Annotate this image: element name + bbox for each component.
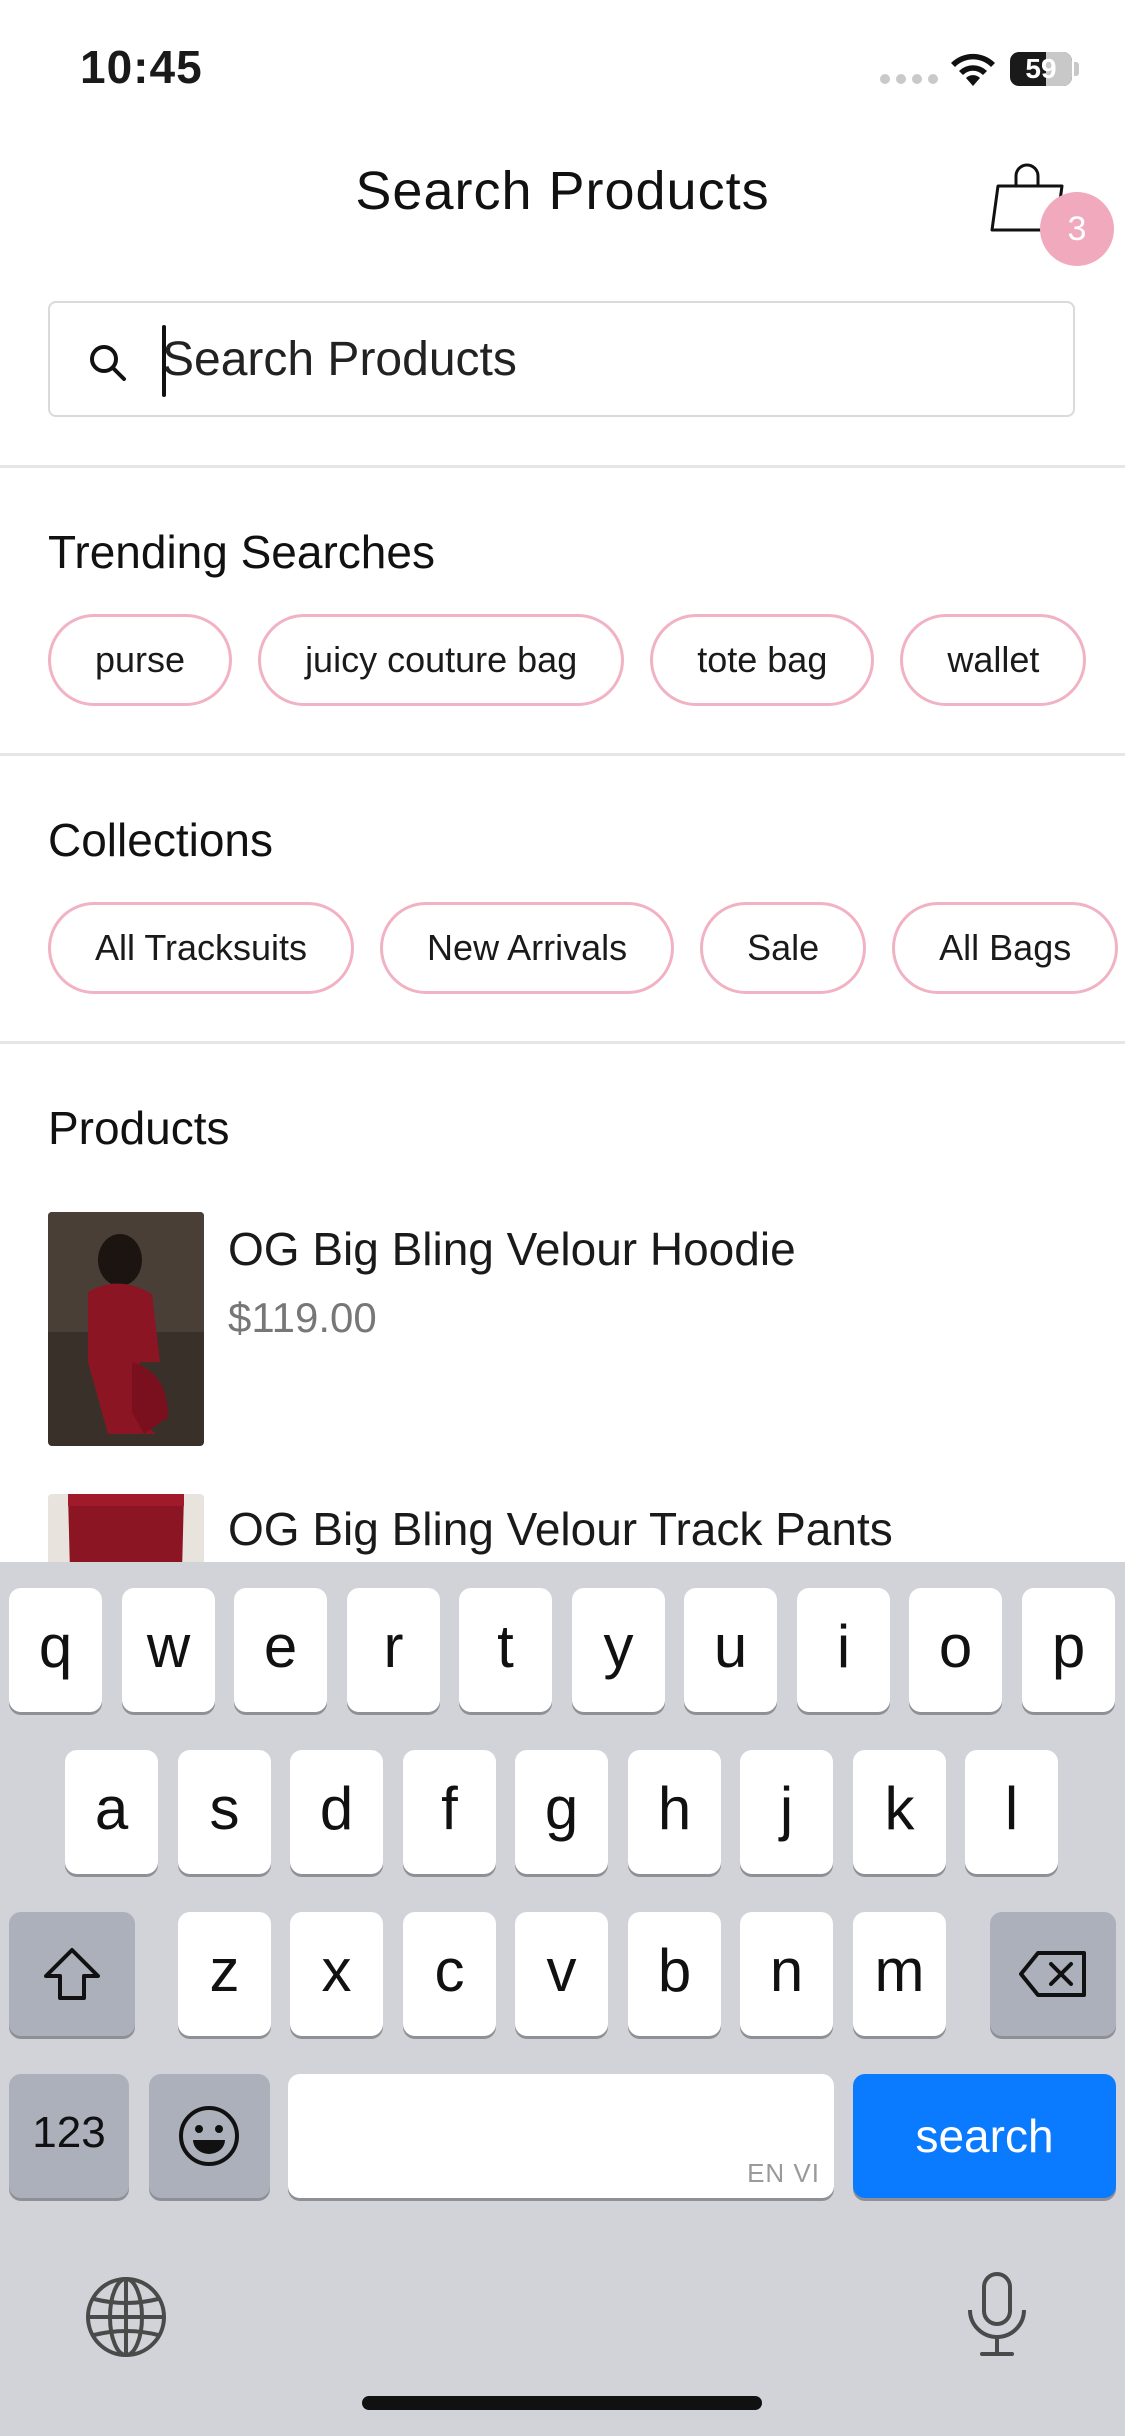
key-t[interactable]: t <box>459 1588 552 1712</box>
collection-chip-all-tracksuits[interactable]: All Tracksuits <box>48 902 355 994</box>
key-u[interactable]: u <box>684 1588 777 1712</box>
page-title: Search Products <box>355 161 770 221</box>
collection-chip-sale[interactable]: Sale <box>700 902 867 994</box>
search-input[interactable] <box>162 303 1042 415</box>
trending-searches-heading: Trending Searches <box>48 526 435 578</box>
delete-key[interactable] <box>990 1912 1116 2036</box>
key-h[interactable]: h <box>628 1750 721 1874</box>
status-bar: 10:45 59 <box>0 0 1125 140</box>
product-price: $119.00 <box>228 1294 377 1341</box>
key-v[interactable]: v <box>515 1912 608 2036</box>
key-z[interactable]: z <box>178 1912 271 2036</box>
battery-level: 59 <box>1025 53 1057 84</box>
product-name: OG Big Bling Velour Hoodie <box>228 1223 796 1275</box>
search-icon <box>90 345 126 381</box>
key-o[interactable]: o <box>909 1588 1002 1712</box>
on-screen-keyboard: q w e r t y u i o p a s d f g h j k l z … <box>0 1562 1125 2436</box>
text-cursor <box>162 325 166 397</box>
backspace-icon <box>1019 1951 1086 1997</box>
product-image <box>48 1212 204 1446</box>
key-f[interactable]: f <box>403 1750 496 1874</box>
key-d[interactable]: d <box>290 1750 383 1874</box>
key-w[interactable]: w <box>122 1588 215 1712</box>
divider <box>0 1041 1125 1044</box>
key-r[interactable]: r <box>347 1588 440 1712</box>
trending-chip-purse[interactable]: purse <box>48 614 233 706</box>
key-j[interactable]: j <box>740 1750 833 1874</box>
microphone-icon[interactable] <box>962 2270 1032 2360</box>
key-e[interactable]: e <box>234 1588 327 1712</box>
key-g[interactable]: g <box>515 1750 608 1874</box>
key-k[interactable]: k <box>853 1750 946 1874</box>
key-p[interactable]: p <box>1022 1588 1115 1712</box>
search-key[interactable]: search <box>853 2074 1116 2198</box>
collection-chip-new-arrivals[interactable]: New Arrivals <box>380 902 675 994</box>
key-q[interactable]: q <box>9 1588 102 1712</box>
key-i[interactable]: i <box>797 1588 890 1712</box>
key-m[interactable]: m <box>853 1912 946 2036</box>
product-name: OG Big Bling Velour Track Pants <box>228 1503 893 1555</box>
home-indicator[interactable] <box>362 2396 762 2410</box>
wifi-icon <box>951 53 995 86</box>
keyboard-language-label: EN VI <box>747 2158 820 2188</box>
search-field[interactable] <box>48 301 1075 417</box>
cellular-signal-icon <box>880 74 938 84</box>
key-b[interactable]: b <box>628 1912 721 2036</box>
trending-chip-juicy-couture-bag[interactable]: juicy couture bag <box>258 614 625 706</box>
key-c[interactable]: c <box>403 1912 496 2036</box>
collection-chip-all-bags[interactable]: All Bags <box>892 902 1119 994</box>
emoji-icon <box>179 2106 239 2166</box>
key-x[interactable]: x <box>290 1912 383 2036</box>
key-y[interactable]: y <box>572 1588 665 1712</box>
status-time: 10:45 <box>80 41 203 93</box>
collections-heading: Collections <box>48 814 273 866</box>
trending-chip-row: purse juicy couture bag tote bag wallet <box>48 614 1087 706</box>
product-item[interactable]: OG Big Bling Velour Track Pants <box>48 1494 1078 1564</box>
space-key[interactable]: EN VI <box>288 2074 834 2198</box>
emoji-key[interactable] <box>149 2074 270 2198</box>
cart-count-badge: 3 <box>1040 192 1114 266</box>
globe-icon[interactable] <box>84 2275 168 2359</box>
divider <box>0 753 1125 756</box>
key-l[interactable]: l <box>965 1750 1058 1874</box>
trending-chip-wallet[interactable]: wallet <box>900 614 1087 706</box>
key-n[interactable]: n <box>740 1912 833 2036</box>
numbers-key[interactable]: 123 <box>9 2074 129 2198</box>
product-image <box>48 1494 204 1564</box>
products-heading: Products <box>48 1102 230 1154</box>
battery-icon: 59 <box>1010 52 1072 86</box>
product-item[interactable]: OG Big Bling Velour Hoodie $119.00 <box>48 1212 1078 1448</box>
trending-chip-tote-bag[interactable]: tote bag <box>650 614 875 706</box>
shift-key[interactable] <box>9 1912 135 2036</box>
collection-chip-row: All Tracksuits New Arrivals Sale All Bag… <box>48 902 1119 994</box>
key-a[interactable]: a <box>65 1750 158 1874</box>
divider <box>0 465 1125 468</box>
key-s[interactable]: s <box>178 1750 271 1874</box>
shift-icon <box>44 1948 100 2000</box>
